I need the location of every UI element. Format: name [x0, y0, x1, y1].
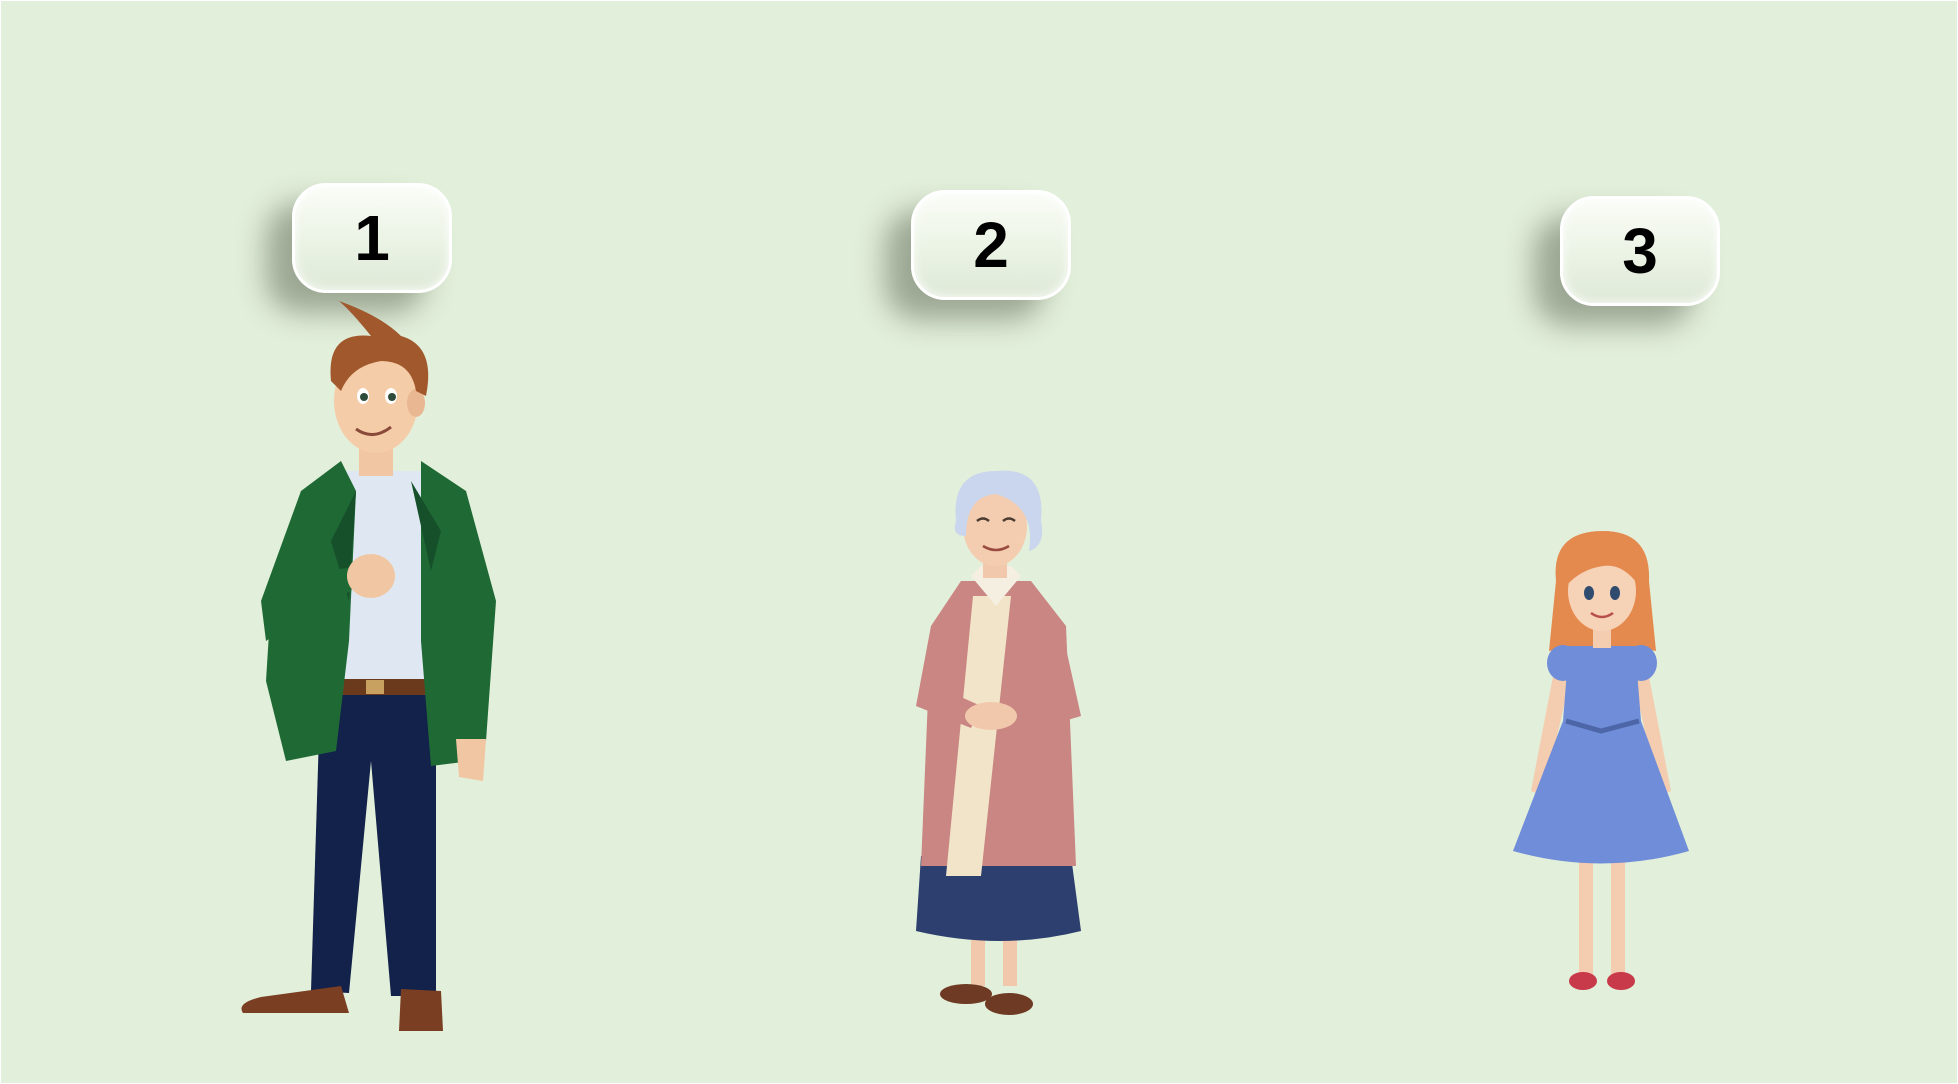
young-man-icon [241, 301, 496, 1031]
badge-2-label: 2 [973, 209, 1009, 281]
young-man-illustration[interactable] [231, 301, 511, 1041]
badge-1-label: 1 [354, 202, 390, 274]
slide-canvas: 1 2 3 [0, 0, 1958, 1084]
grandmother-illustration[interactable] [911, 466, 1091, 1026]
number-badge-1[interactable]: 1 [292, 183, 452, 293]
grandmother-icon [916, 470, 1081, 1015]
badge-3-label: 3 [1622, 215, 1658, 287]
number-badge-2[interactable]: 2 [911, 190, 1071, 300]
number-badge-3[interactable]: 3 [1560, 196, 1720, 306]
girl-illustration[interactable] [1511, 531, 1691, 1011]
girl-icon [1513, 531, 1689, 990]
